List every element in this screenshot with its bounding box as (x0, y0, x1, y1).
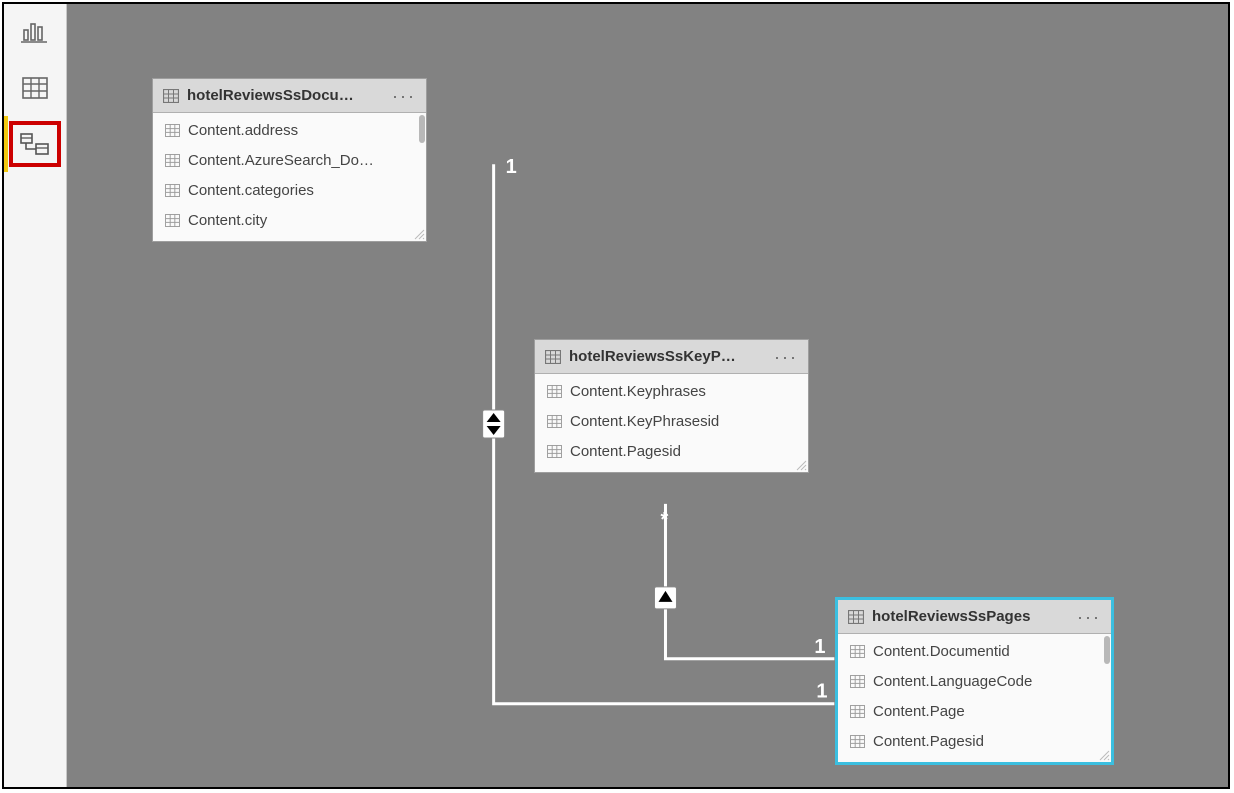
field-icon (850, 645, 865, 658)
table-card-documents[interactable]: hotelReviewsSsDocu… ··· Content.address … (152, 78, 427, 242)
table-card-keyphrases[interactable]: hotelReviewsSsKeyP… ··· Content.Keyphras… (534, 339, 809, 473)
field-icon (850, 675, 865, 688)
field-label: Content.categories (188, 182, 314, 199)
field-item[interactable]: Content.KeyPhrasesid (535, 406, 808, 436)
view-nav-sidebar (4, 4, 67, 787)
table-title: hotelReviewsSsDocu… (187, 87, 380, 104)
field-label: Content.Documentid (873, 643, 1010, 660)
field-label: Content.Pagesid (570, 443, 681, 460)
resize-handle[interactable] (1098, 749, 1110, 761)
data-table-icon (22, 77, 48, 99)
model-canvas[interactable]: 1 1 1 * hotelR (67, 4, 1228, 787)
field-item[interactable]: Content.categories (153, 175, 426, 205)
field-item[interactable]: Content.Keyphrases (535, 376, 808, 406)
table-more-menu[interactable]: ··· (770, 352, 802, 362)
field-item[interactable]: Content.Documentid (838, 636, 1111, 666)
table-header[interactable]: hotelReviewsSsKeyP… ··· (535, 340, 808, 374)
field-icon (547, 445, 562, 458)
field-item[interactable]: Content.LanguageCode (838, 666, 1111, 696)
field-icon (165, 154, 180, 167)
table-title: hotelReviewsSsKeyP… (569, 348, 762, 365)
table-header[interactable]: hotelReviewsSsDocu… ··· (153, 79, 426, 113)
table-icon (163, 89, 179, 103)
field-label: Content.address (188, 122, 298, 139)
table-icon (848, 610, 864, 624)
field-icon (165, 184, 180, 197)
cardinality-label: 1 (816, 681, 827, 703)
table-more-menu[interactable]: ··· (388, 91, 420, 101)
field-label: Content.Pagesid (873, 733, 984, 750)
field-label: Content.AzureSearch_Do… (188, 152, 374, 169)
table-body: Content.Documentid Content.LanguageCode … (838, 634, 1111, 762)
field-icon (850, 735, 865, 748)
field-item[interactable]: Content.Page (838, 696, 1111, 726)
bar-chart-icon (21, 20, 49, 44)
model-relationship-icon (20, 131, 50, 157)
field-icon (547, 415, 562, 428)
resize-handle[interactable] (413, 228, 425, 240)
data-view-button[interactable] (4, 60, 66, 116)
scrollbar-thumb[interactable] (1104, 636, 1110, 664)
table-body: Content.address Content.AzureSearch_Do… … (153, 113, 426, 241)
field-label: Content.KeyPhrasesid (570, 413, 719, 430)
field-item[interactable]: Content.AzureSearch_Do… (153, 145, 426, 175)
model-view-button[interactable] (4, 116, 66, 172)
cardinality-label: * (660, 509, 668, 531)
table-card-pages[interactable]: hotelReviewsSsPages ··· Content.Document… (837, 599, 1112, 763)
field-label: Content.LanguageCode (873, 673, 1032, 690)
field-label: Content.Page (873, 703, 965, 720)
field-icon (165, 124, 180, 137)
resize-handle[interactable] (795, 459, 807, 471)
field-label: Content.city (188, 212, 267, 229)
cardinality-label: 1 (814, 636, 825, 658)
field-item[interactable]: Content.city (153, 205, 426, 235)
table-body: Content.Keyphrases Content.KeyPhrasesid … (535, 374, 808, 472)
table-more-menu[interactable]: ··· (1073, 612, 1105, 622)
field-item[interactable]: Content.Pagesid (838, 726, 1111, 756)
report-view-button[interactable] (4, 4, 66, 60)
field-item[interactable]: Content.Pagesid (535, 436, 808, 466)
table-icon (545, 350, 561, 364)
table-header[interactable]: hotelReviewsSsPages ··· (838, 600, 1111, 634)
table-title: hotelReviewsSsPages (872, 608, 1065, 625)
field-icon (850, 705, 865, 718)
scrollbar-thumb[interactable] (419, 115, 425, 143)
field-label: Content.Keyphrases (570, 383, 706, 400)
field-item[interactable]: Content.address (153, 115, 426, 145)
field-icon (165, 214, 180, 227)
cardinality-label: 1 (506, 156, 517, 178)
field-icon (547, 385, 562, 398)
